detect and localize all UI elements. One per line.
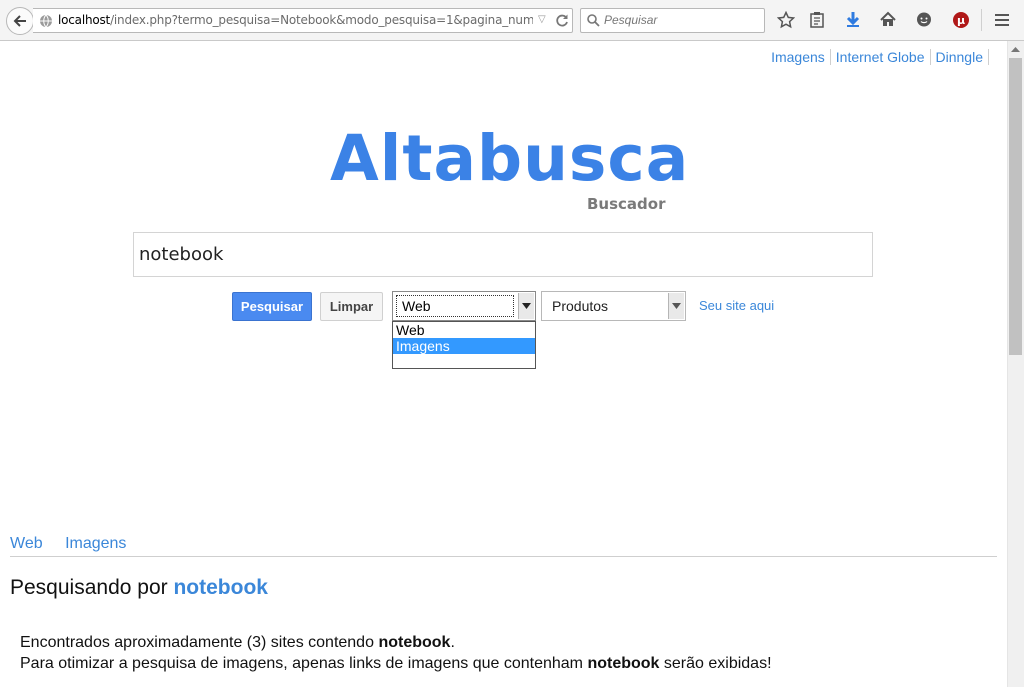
info2-suffix: serão exibidas! <box>663 655 772 672</box>
logo-subtitle: Buscador <box>587 195 666 213</box>
search-query-text: notebook <box>139 244 224 265</box>
searching-term: notebook <box>173 576 268 599</box>
scroll-up-arrow-icon[interactable] <box>1010 44 1021 54</box>
info1-suffix: . <box>450 634 455 651</box>
product-select[interactable]: Produtos <box>541 291 686 321</box>
reload-icon[interactable] <box>554 12 570 28</box>
top-link-imagens[interactable]: Imagens <box>766 49 831 65</box>
toolbar-separator <box>981 9 982 31</box>
result-tabs: Web Imagens <box>10 535 144 553</box>
clear-button[interactable]: Limpar <box>320 292 383 321</box>
url-text[interactable]: localhost/index.php?termo_pesquisa=Noteb… <box>58 13 533 29</box>
menu-icon[interactable] <box>991 9 1013 31</box>
dropdown-option-web[interactable]: Web <box>393 322 535 338</box>
info2-term: notebook <box>587 655 660 672</box>
searching-prefix: Pesquisando por <box>10 576 168 599</box>
url-history-dropdown-icon[interactable]: ▽ <box>538 12 550 28</box>
info2-prefix: Para otimizar a pesquisa de imagens, ape… <box>20 655 583 672</box>
search-mode-dropdown: Web Imagens <box>392 321 536 369</box>
utorrent-icon[interactable]: µ <box>950 9 972 31</box>
search-input[interactable]: notebook <box>133 232 873 277</box>
search-button[interactable]: Pesquisar <box>232 292 312 321</box>
bookmark-star-icon[interactable] <box>775 9 797 31</box>
logo-title: Altabusca <box>330 122 690 195</box>
tab-web[interactable]: Web <box>10 535 43 552</box>
chat-icon[interactable] <box>913 9 935 31</box>
reading-list-icon[interactable] <box>806 9 828 31</box>
search-mode-value: Web <box>396 295 514 317</box>
url-path: /index.php?termo_pesquisa=Notebook&modo_… <box>110 13 533 27</box>
info1-term: notebook <box>378 634 451 651</box>
back-arrow-icon <box>13 15 26 27</box>
page-content: Imagens Internet Globe Dinngle Altabusca… <box>0 41 1007 687</box>
site-link[interactable]: Seu site aqui <box>699 298 774 313</box>
search-icon <box>587 14 600 27</box>
divider <box>10 556 997 557</box>
download-icon[interactable] <box>842 9 864 31</box>
scrollbar-thumb[interactable] <box>1009 58 1022 355</box>
url-host: localhost <box>58 13 111 27</box>
searching-heading: Pesquisando por notebook <box>10 576 268 600</box>
browser-toolbar: localhost/index.php?termo_pesquisa=Noteb… <box>0 0 1024 41</box>
browser-search-bar[interactable]: Pesquisar <box>580 8 765 33</box>
url-bar[interactable]: localhost/index.php?termo_pesquisa=Noteb… <box>33 8 573 33</box>
dropdown-option-imagens[interactable]: Imagens <box>393 338 535 354</box>
info1-prefix: Encontrados aproximadamente (3) sites co… <box>20 634 374 651</box>
search-mode-select[interactable]: Web <box>392 291 536 321</box>
chevron-down-icon[interactable] <box>668 293 684 319</box>
results-note-text: Para otimizar a pesquisa de imagens, ape… <box>20 655 772 673</box>
search-placeholder: Pesquisar <box>604 13 658 27</box>
svg-text:µ: µ <box>957 14 965 27</box>
home-icon[interactable] <box>877 9 899 31</box>
top-links: Imagens Internet Globe Dinngle <box>766 49 989 65</box>
product-select-value: Produtos <box>552 298 609 314</box>
top-link-internet-globe[interactable]: Internet Globe <box>831 49 931 65</box>
results-count-text: Encontrados aproximadamente (3) sites co… <box>20 634 455 652</box>
back-button[interactable] <box>6 7 34 35</box>
top-link-dinngle[interactable]: Dinngle <box>931 49 989 65</box>
chevron-down-icon[interactable] <box>518 293 534 319</box>
globe-icon <box>40 14 52 28</box>
tab-imagens[interactable]: Imagens <box>65 535 126 552</box>
